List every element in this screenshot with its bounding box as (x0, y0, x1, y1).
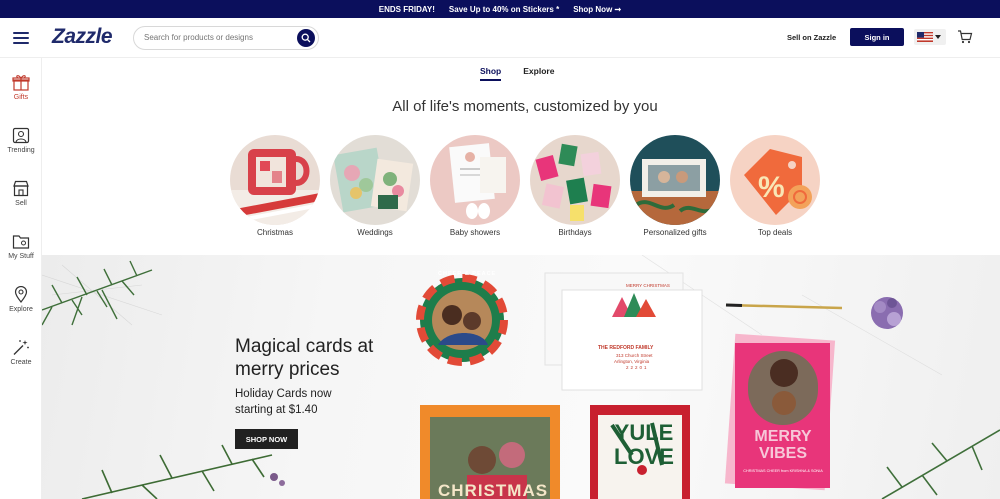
gift-icon (12, 75, 30, 91)
site-header: Zazzle Sell on Zazzle Sign in (0, 18, 1000, 58)
us-flag-icon (917, 32, 933, 42)
category-weddings[interactable]: Weddings (330, 135, 420, 237)
christmas-card-text: CHRISTMAS (438, 481, 549, 499)
sidebar-item-explore[interactable]: Explore (0, 286, 42, 313)
cart-icon[interactable] (957, 29, 973, 45)
sidebar-item-label: My Stuff (8, 253, 34, 260)
store-icon (13, 180, 29, 197)
category-christmas[interactable]: Christmas (230, 135, 320, 237)
svg-text:%: % (758, 171, 785, 204)
promo-ends-text: ENDS FRIDAY! (378, 4, 435, 14)
category-top-deals[interactable]: % Top deals (730, 135, 820, 237)
category-baby-showers[interactable]: Baby showers (430, 135, 520, 237)
sidebar-item-trending[interactable]: Trending (0, 127, 42, 154)
sidebar-item-gifts[interactable]: Gifts (0, 74, 42, 101)
round-card-text: CHEER & PEACE (438, 271, 497, 277)
birthdays-image (530, 135, 620, 225)
personalized-gifts-image (630, 135, 720, 225)
category-personalized-gifts[interactable]: Personalized gifts (630, 135, 720, 237)
search-input[interactable] (144, 33, 294, 42)
category-label: Top deals (757, 228, 793, 237)
category-birthdays[interactable]: Birthdays (530, 135, 620, 237)
weddings-image (330, 135, 420, 225)
folder-icon (12, 235, 30, 249)
page-headline: All of life's moments, customized by you (392, 98, 658, 115)
envelope-top-text: MERRY CHRISTMAS (626, 283, 670, 288)
search-icon (301, 33, 311, 43)
sidebar-item-sell[interactable]: Sell (0, 180, 42, 207)
promo-bar: ENDS FRIDAY! Save Up to 40% on Stickers … (0, 0, 1000, 18)
hero-banner: CHEER & PEACE MERRY CHRISTMAS THE REDFOR… (42, 255, 1000, 499)
envelope-address-line2: Arlington, Virginia (614, 359, 650, 364)
sell-on-zazzle-link[interactable]: Sell on Zazzle (787, 33, 836, 42)
shop-now-button[interactable]: SHOP NOW (235, 429, 298, 449)
promo-offer-link[interactable]: Save Up to 40% on Stickers * (449, 5, 559, 14)
sidebar-item-label: Sell (15, 200, 27, 207)
zazzle-logo[interactable]: Zazzle (52, 25, 113, 49)
sidebar-item-label: Explore (9, 306, 33, 313)
magic-wand-icon (13, 340, 29, 355)
category-label: Birthdays (558, 228, 592, 237)
merry-vibes-card-text: MERRY VIBES (754, 428, 812, 462)
hero-title: Magical cards at merry prices (235, 336, 374, 380)
envelope-family-text: THE REDFORD FAMILY (598, 345, 654, 351)
country-selector[interactable] (914, 29, 946, 45)
chevron-down-icon (935, 35, 941, 39)
christmas-image (230, 135, 320, 225)
category-label: Christmas (256, 228, 293, 237)
sidebar-item-label: Trending (7, 147, 35, 154)
hero-background-art (42, 255, 1000, 499)
category-label: Baby showers (449, 228, 501, 237)
tab-shop[interactable]: Shop (480, 66, 502, 81)
top-deals-image: % (730, 135, 820, 225)
hero-subtitle: Holiday Cards now starting at $1.40 (235, 388, 332, 416)
shop-explore-tabs: Shop Explore (480, 66, 554, 81)
menu-icon[interactable] (13, 32, 29, 44)
envelope-address-line1: 313 Church Street (616, 353, 653, 358)
category-label: Weddings (357, 228, 393, 237)
merry-vibes-footer-text: CHRISTMAS CHEER from KRISHNA & SONIA (743, 469, 823, 473)
sidebar-item-create[interactable]: Create (0, 339, 42, 366)
sidebar-item-label: Create (10, 359, 32, 366)
yule-love-card-text: YULE LOVE (614, 420, 674, 469)
trending-icon (12, 127, 30, 144)
sign-in-button[interactable]: Sign in (850, 28, 904, 46)
baby-showers-image (430, 135, 520, 225)
sidebar-item-my-stuff[interactable]: My Stuff (0, 233, 42, 260)
search-bar (133, 26, 319, 50)
category-label: Personalized gifts (643, 228, 707, 237)
map-pin-icon (14, 286, 28, 303)
promo-shop-now-link[interactable]: Shop Now ➞ (573, 5, 621, 14)
left-sidebar: Gifts Trending Sell My Stuff Explore Cre… (0, 58, 42, 499)
tab-explore[interactable]: Explore (523, 66, 554, 81)
envelope-zip: 22201 (626, 365, 649, 370)
search-button[interactable] (297, 29, 315, 47)
